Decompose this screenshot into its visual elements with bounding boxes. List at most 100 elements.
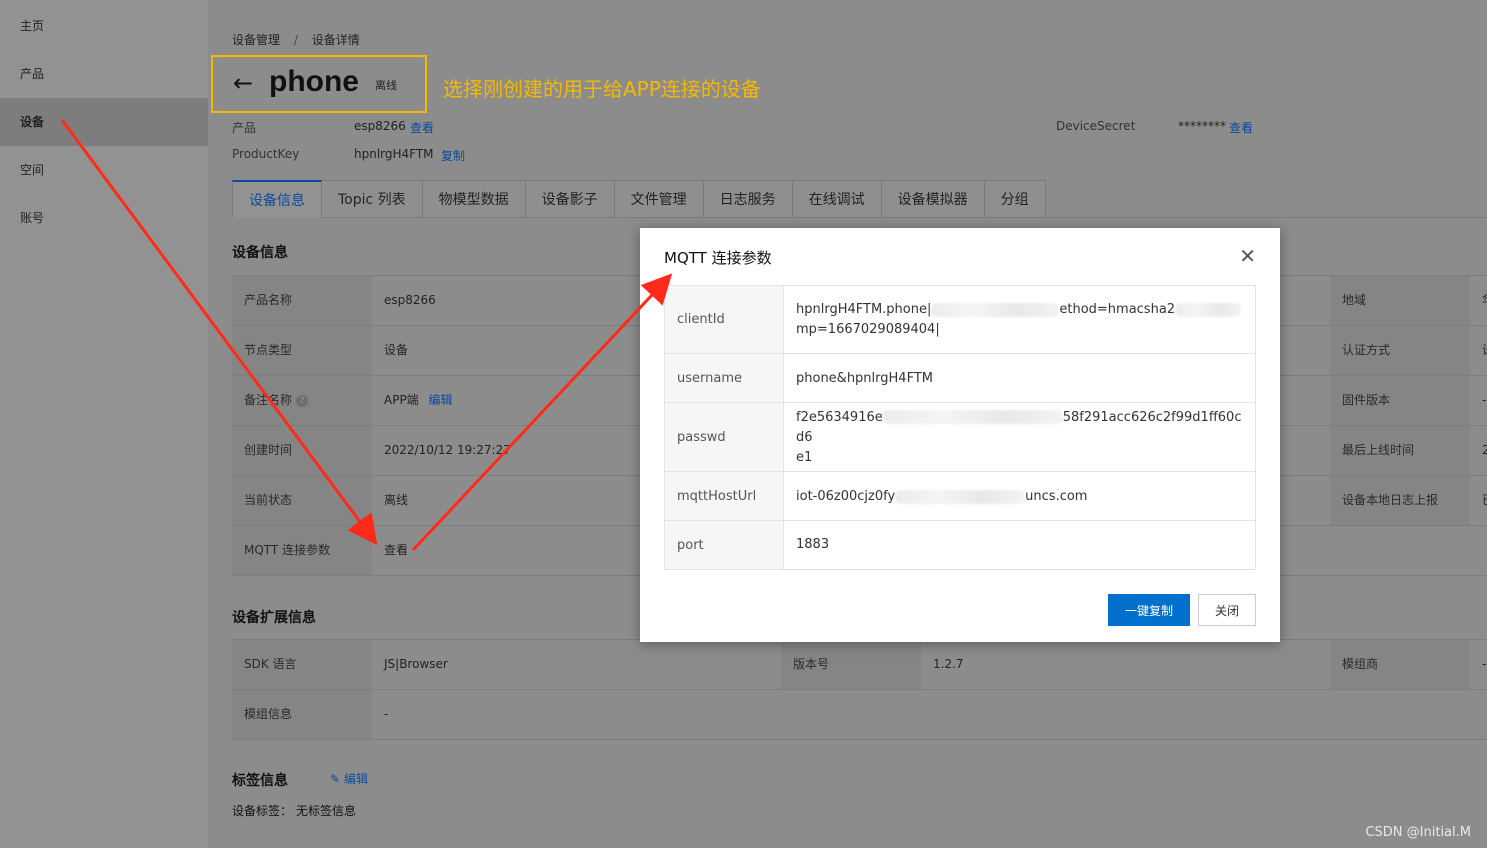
row-value: 已	[1470, 476, 1487, 525]
row-label: 设备本地日志上报	[1330, 476, 1470, 525]
param-value: phone&hpnlrgH4FTM	[796, 370, 933, 386]
table-row: clientId hpnlrgH4FTM.phone| ethod=hmacsha…	[665, 286, 1255, 354]
tab-device-info[interactable]: 设备信息	[232, 180, 322, 218]
close-icon[interactable]: ✕	[1239, 244, 1256, 268]
tab-group[interactable]: 分组	[984, 180, 1046, 218]
tab-log-service[interactable]: 日志服务	[703, 180, 793, 218]
back-arrow-icon[interactable]: ←	[233, 69, 253, 97]
devicesecret-value: ********	[1178, 119, 1226, 133]
watermark: CSDN @Initial.M	[1365, 825, 1471, 840]
row-label: 创建时间	[232, 426, 372, 475]
row-value: 设	[1470, 326, 1487, 375]
row-value: 1.2.7	[933, 657, 964, 671]
product-value: esp8266	[354, 119, 406, 133]
pencil-icon: ✎	[330, 772, 341, 786]
tags-edit-label: 编辑	[344, 772, 369, 786]
breadcrumb-parent[interactable]: 设备管理	[232, 33, 280, 47]
row-value: 2	[1482, 443, 1487, 457]
sidebar-item-spaces[interactable]: 空间	[0, 146, 208, 194]
passwd-part-a: f2e5634916e	[796, 409, 883, 425]
sidebar-item-products[interactable]: 产品	[0, 50, 208, 98]
device-title-box: ← phone 离线	[211, 55, 427, 113]
sidebar-item-accounts[interactable]: 账号	[0, 194, 208, 242]
ext-info-table: SDK 语言 JS|Browser 版本号 1.2.7 模组商 - 模组信息 -	[232, 639, 1487, 740]
row-value: 设备	[384, 343, 409, 357]
tags-label: 设备标签：	[232, 804, 293, 818]
row-value: -	[1482, 393, 1487, 407]
host-part-a: iot-06z00cjz0fy	[796, 488, 896, 504]
row-label: 产品名称	[232, 276, 372, 325]
param-value: 1883	[796, 537, 830, 552]
breadcrumb: 设备管理 / 设备详情	[232, 31, 360, 48]
row-value: APP端 编辑	[372, 376, 453, 425]
tab-thing-model-data[interactable]: 物模型数据	[422, 180, 526, 218]
tags-value: 无标签信息	[296, 804, 357, 818]
productkey-copy-link[interactable]: 复制	[441, 147, 465, 164]
table-row: SDK 语言 JS|Browser 版本号 1.2.7 模组商 -	[232, 640, 1487, 690]
row-label: 认证方式	[1330, 326, 1470, 375]
table-row: username phone&hpnlrgH4FTM	[665, 354, 1255, 403]
row-label: MQTT 连接参数	[232, 526, 372, 575]
copy-all-button[interactable]: 一键复制	[1108, 594, 1190, 626]
param-label: username	[665, 354, 784, 402]
close-button[interactable]: 关闭	[1198, 594, 1256, 626]
dialog-title: MQTT 连接参数	[664, 249, 772, 267]
row-label: 模组商	[1330, 640, 1470, 689]
clientid-part-c: mp=1667029089404|	[796, 322, 940, 337]
row-value: 2022/10/12 19:27:27	[384, 443, 511, 457]
annotation-note: 选择刚创建的用于给APP连接的设备	[443, 77, 761, 101]
row-label: 备注名称?	[232, 376, 372, 425]
tags-edit-button[interactable]: ✎ 编辑	[330, 770, 368, 787]
passwd-part-c: e1	[796, 449, 813, 465]
param-value: hpnlrgH4FTM.phone| ethod=hmacsha2 mp=1667…	[784, 286, 1255, 354]
productkey-label: ProductKey	[232, 147, 300, 161]
sidebar: 主页 产品 设备 空间 账号	[0, 0, 208, 848]
tab-file-management[interactable]: 文件管理	[614, 180, 704, 218]
row-value: -	[384, 707, 389, 721]
param-label: mqttHostUrl	[665, 472, 784, 520]
row-label: 当前状态	[232, 476, 372, 525]
breadcrumb-separator: /	[293, 33, 298, 47]
row-label: 节点类型	[232, 326, 372, 375]
row-label: 模组信息	[232, 690, 372, 739]
sidebar-item-home[interactable]: 主页	[0, 2, 208, 50]
devicesecret-label: DeviceSecret	[1056, 119, 1136, 133]
help-icon[interactable]: ?	[296, 394, 309, 407]
tab-online-debug[interactable]: 在线调试	[792, 180, 882, 218]
mqtt-params-view-link[interactable]: 查看	[372, 526, 408, 575]
table-row: passwd f2e5634916e 58f291acc626c2f99d1ff6…	[665, 403, 1255, 472]
clientid-part-a: hpnlrgH4FTM.phone|	[796, 302, 932, 317]
remark-label: 备注名称	[244, 393, 293, 407]
redacted-mask	[895, 489, 1026, 504]
row-label: 最后上线时间	[1330, 426, 1470, 475]
tab-bar: 设备信息 Topic 列表 物模型数据 设备影子 文件管理 日志服务 在线调试 …	[232, 180, 1046, 218]
param-label: port	[665, 521, 784, 569]
remark-value: APP端	[384, 393, 419, 407]
remark-edit-link[interactable]: 编辑	[429, 393, 453, 407]
tab-device-simulator[interactable]: 设备模拟器	[881, 180, 985, 218]
row-value: JS|Browser	[384, 657, 448, 671]
host-part-b: uncs.com	[1025, 488, 1088, 504]
redacted-mask	[931, 302, 1060, 317]
tab-topic-list[interactable]: Topic 列表	[322, 180, 423, 218]
redacted-mask	[1175, 302, 1242, 317]
device-info-title: 设备信息	[232, 245, 288, 261]
devicesecret-view-link[interactable]: 查看	[1229, 119, 1253, 136]
tab-device-shadow[interactable]: 设备影子	[525, 180, 615, 218]
mqtt-params-dialog: MQTT 连接参数 ✕ clientId hpnlrgH4FTM.phone| e…	[640, 228, 1280, 642]
product-view-link[interactable]: 查看	[410, 119, 434, 136]
breadcrumb-current: 设备详情	[311, 33, 360, 47]
product-label: 产品	[232, 121, 257, 135]
row-label: SDK 语言	[232, 640, 372, 689]
sidebar-item-devices[interactable]: 设备	[0, 98, 208, 146]
param-label: passwd	[665, 403, 784, 471]
row-label: 版本号	[781, 640, 921, 689]
row-value: 离线	[384, 493, 409, 507]
table-row: 模组信息 -	[232, 690, 1487, 740]
row-value: esp8266	[384, 293, 436, 307]
status-badge: 离线	[375, 79, 397, 92]
table-row: mqttHostUrl iot-06z00cjz0fy uncs.com	[665, 472, 1255, 521]
productkey-value: hpnlrgH4FTM	[354, 147, 434, 161]
table-row: port 1883	[665, 521, 1255, 569]
param-label: clientId	[665, 286, 784, 353]
